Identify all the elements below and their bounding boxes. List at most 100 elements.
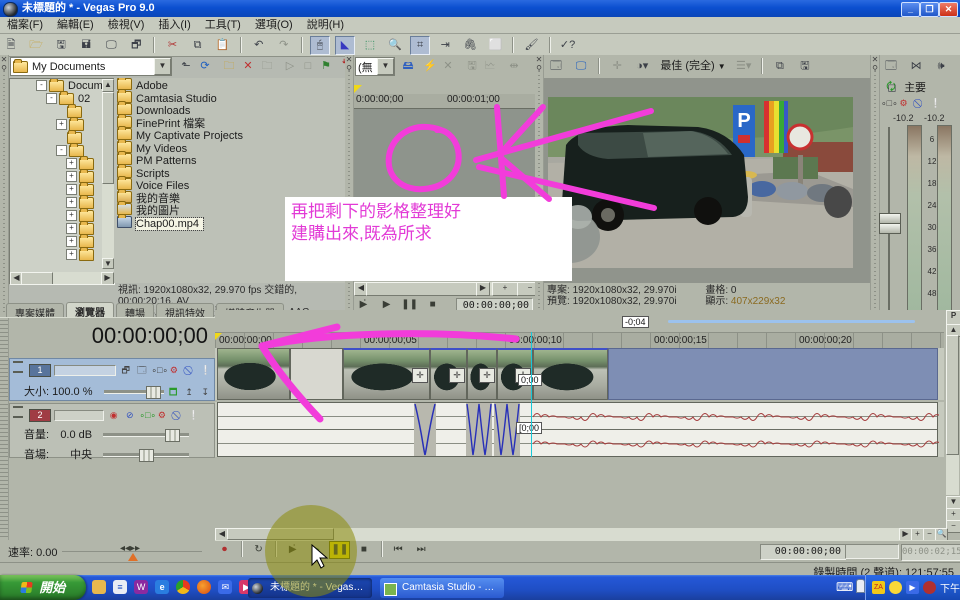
audio-track[interactable]: [0;00 [215, 402, 944, 457]
audio-event[interactable] [217, 402, 938, 457]
tree-expander-icon[interactable]: + [66, 158, 77, 169]
tree-item[interactable]: + [10, 157, 114, 170]
menu-item[interactable]: 編輯(E) [50, 17, 101, 33]
marker-label[interactable]: -0;04 [622, 316, 649, 328]
fx-automation-icon[interactable]: ⚙ [897, 97, 910, 109]
taskbar-task-camtasia[interactable]: Camtasia Studio - Unti... [380, 578, 504, 598]
mute-icon[interactable]: ⃠ [183, 364, 196, 376]
whats-this-help-icon[interactable]: ✓? [558, 36, 578, 55]
tray-zonealarm-icon[interactable]: ZA [872, 581, 885, 594]
track-drag-handle-icon[interactable] [13, 361, 23, 373]
tree-expander-icon[interactable]: + [66, 249, 77, 260]
arm-record-icon[interactable]: ◉ [107, 409, 120, 421]
microphone-icon[interactable] [856, 579, 865, 593]
go-to-start-icon[interactable]: ⏮ [389, 542, 408, 558]
end-time-display[interactable]: 00:00:02;15 [901, 544, 960, 561]
tree-expander-icon[interactable]: + [66, 210, 77, 221]
file-list-item[interactable]: My Captivate Projects [114, 128, 345, 141]
maximize-button[interactable]: ❐ [920, 2, 939, 17]
cut-icon[interactable]: ✂ [162, 36, 182, 55]
chevron-down-icon[interactable]: ▼ [377, 58, 394, 75]
preview-quality-dropdown[interactable]: 最佳 (完全) ▼ [660, 60, 728, 72]
tree-expander-icon[interactable]: + [66, 171, 77, 182]
edit-cursor[interactable] [531, 332, 532, 457]
bus-minimize-icon[interactable]: ◻ [884, 81, 900, 96]
master-fader-handle-right[interactable] [879, 223, 901, 234]
video-event[interactable] [290, 348, 343, 400]
tree-expander-icon[interactable]: + [66, 236, 77, 247]
tree-expander-icon[interactable]: + [66, 197, 77, 208]
tree-hscrollbar[interactable]: ◀ ▶ [10, 272, 114, 284]
track-level-slider[interactable] [104, 390, 164, 394]
remove-fx-icon[interactable]: ✕ [438, 57, 458, 76]
edit-details-icon[interactable]: 🗠 [480, 57, 500, 76]
address-combo[interactable]: My Documents ▼ [10, 57, 172, 76]
chrome-icon[interactable] [176, 580, 190, 594]
close-icon[interactable]: ✕ [535, 55, 543, 64]
save-markers-icon[interactable]: 🖫 [462, 57, 482, 76]
tray-player-icon[interactable]: ▶ [906, 581, 919, 594]
auto-preview-icon[interactable]: ⚑ [316, 57, 336, 76]
grid-overlay-icon[interactable]: ☰▾ [734, 57, 754, 76]
taskbar-task-vegas[interactable]: 未標題的 * - Vegas P... [248, 578, 372, 598]
snapping-icon[interactable]: ⌗ [410, 36, 430, 55]
pan-crop-icon[interactable]: ✛ [412, 368, 428, 383]
file-list-item[interactable]: FinePrint 檔案 [114, 116, 345, 129]
file-list-item[interactable]: Downloads [114, 103, 345, 116]
save-snapshot-icon[interactable]: 🖫 [795, 57, 815, 76]
track-fx-icon[interactable]: 🗖 [167, 386, 180, 398]
file-list-item[interactable]: Camtasia Studio [114, 91, 345, 104]
cursor-time-display[interactable]: 00:00:00;00 [760, 544, 846, 560]
menu-item[interactable]: 檢視(V) [101, 17, 152, 33]
video-event[interactable]: ✛ [343, 348, 430, 400]
track-fx-icon[interactable]: ⚙ [155, 409, 168, 421]
pin-icon[interactable]: ⚲ [0, 64, 8, 73]
start-button[interactable]: 開始 [0, 575, 86, 600]
menu-item[interactable]: 選項(O) [248, 17, 300, 33]
downmix-icon[interactable]: ⋈ [906, 57, 926, 76]
file-list-item[interactable]: Scripts [114, 166, 345, 179]
close-button[interactable]: ✕ [939, 2, 958, 17]
interactive-tutorials-icon[interactable]: 🖌 [521, 36, 541, 55]
media-app-icon[interactable]: W [134, 580, 148, 594]
split-screen-icon[interactable]: ◑▾ [632, 57, 652, 76]
media-fx-icon[interactable]: ⚡ [420, 57, 440, 76]
track-name-field[interactable] [54, 410, 104, 421]
composite-mode-icon[interactable]: 🗔 [135, 364, 148, 376]
delete-icon[interactable]: ✕ [238, 57, 258, 76]
tree-item[interactable]: + [10, 196, 114, 209]
motion-blur-icon[interactable]: 🗗 [119, 364, 132, 376]
trimmer-marker[interactable] [354, 85, 362, 93]
tree-item[interactable]: + [10, 209, 114, 222]
tray-smiley-icon[interactable] [889, 581, 902, 594]
selection-length-display[interactable] [845, 544, 899, 559]
menu-item[interactable]: 檔案(F) [0, 17, 50, 33]
video-event[interactable]: ✛ [467, 348, 497, 400]
mute-icon[interactable]: ⃠ [913, 97, 926, 109]
add-media-icon[interactable]: ⇹ [504, 57, 524, 76]
add-to-favorites-icon[interactable]: 🗀 [257, 57, 277, 76]
stop-preview-icon[interactable]: □ [298, 57, 318, 76]
go-to-end-icon[interactable]: ⏭ [412, 542, 431, 558]
video-event[interactable]: ✛ [430, 348, 467, 400]
selection-range-bar[interactable] [668, 320, 915, 323]
solo-icon[interactable]: ❕ [929, 97, 942, 109]
pan-crop-icon[interactable]: ✛ [479, 368, 495, 383]
dock-tab[interactable]: 視訊特效 [156, 303, 214, 317]
volume-slider[interactable] [103, 433, 189, 437]
solo-icon[interactable]: ❕ [188, 409, 201, 421]
solo-icon[interactable]: ❕ [200, 364, 213, 376]
new-project-icon[interactable]: 🗎 [1, 36, 21, 55]
save-preset-icon[interactable]: 🖴 [398, 57, 418, 76]
up-one-level-icon[interactable]: ⬑ [176, 57, 196, 76]
dock-tab[interactable]: 專案媒體 [6, 303, 64, 317]
tree-item[interactable]: + [10, 235, 114, 248]
trimmer-scrollbar[interactable]: ◀ ▶ + − [354, 282, 535, 295]
play-from-start-icon[interactable]: ▶̍ [283, 542, 302, 558]
play-icon[interactable]: ▶ [306, 542, 325, 558]
invert-phase-icon[interactable]: ⊘ [123, 409, 136, 421]
open-trimmer-icon[interactable]: 🗗 [126, 36, 146, 55]
redo-icon[interactable]: ↷ [274, 36, 294, 55]
close-icon[interactable]: ✕ [871, 55, 879, 64]
make-compositing-child-icon[interactable]: ↧ [199, 386, 212, 398]
